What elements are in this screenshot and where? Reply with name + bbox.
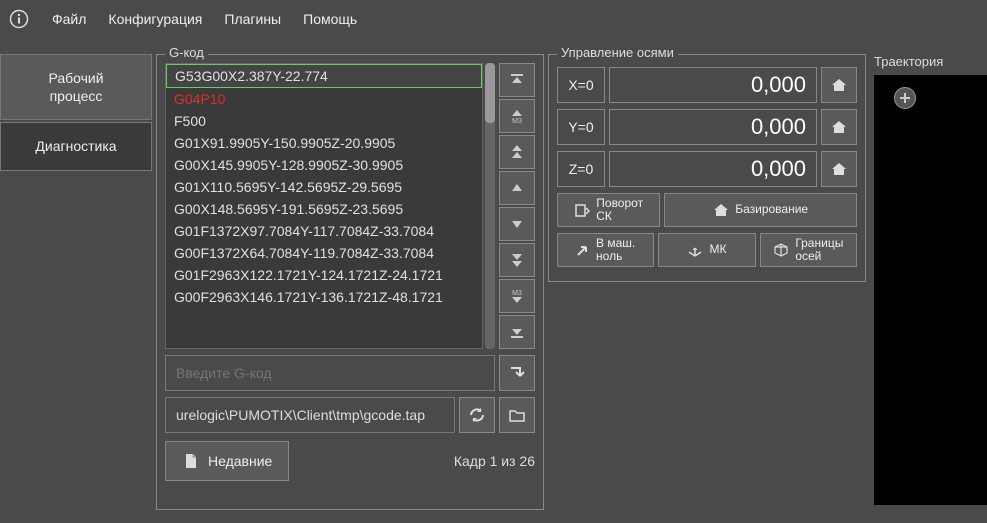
gcode-line[interactable]: G00X145.9905Y-128.9905Z-30.9905 bbox=[166, 154, 482, 176]
axis-home-x-button[interactable] bbox=[821, 67, 857, 103]
mk-label: МК bbox=[709, 243, 726, 256]
nav-up-button[interactable] bbox=[499, 171, 535, 205]
menubar: Файл Конфигурация Плагины Помощь bbox=[0, 0, 987, 38]
nav-page-down-button[interactable] bbox=[499, 243, 535, 277]
axis-row-y: Y=0 0,000 bbox=[557, 109, 857, 145]
arrow-icon bbox=[576, 243, 590, 257]
axis-panel: Управление осями X=0 0,000 Y=0 0,000 Z=0… bbox=[548, 54, 866, 282]
recent-label: Недавние bbox=[208, 453, 272, 469]
nav-page-up-button[interactable] bbox=[499, 135, 535, 169]
nav-down-button[interactable] bbox=[499, 207, 535, 241]
axis-zero-y-button[interactable]: Y=0 bbox=[557, 109, 605, 145]
tab-workflow[interactable]: Рабочий процесс bbox=[0, 54, 152, 120]
info-icon[interactable] bbox=[8, 8, 30, 30]
gcode-nav-buttons: M3 M3 bbox=[499, 63, 535, 349]
mk-button[interactable]: МК bbox=[658, 233, 755, 267]
gcode-input[interactable] bbox=[165, 355, 495, 391]
svg-text:M3: M3 bbox=[512, 290, 522, 297]
home-icon bbox=[830, 160, 848, 178]
homing-button[interactable]: Базирование bbox=[664, 193, 857, 227]
axis-row-x: X=0 0,000 bbox=[557, 67, 857, 103]
axis-panel-title: Управление осями bbox=[557, 45, 678, 60]
gcode-line[interactable]: G00F1372X64.7084Y-119.7084Z-33.7084 bbox=[166, 242, 482, 264]
home-icon bbox=[830, 76, 848, 94]
rotate-icon bbox=[574, 202, 590, 218]
gcode-path-field[interactable]: urelogic\PUMOTIX\Client\tmp\gcode.tap bbox=[165, 397, 455, 433]
reload-button[interactable] bbox=[459, 397, 495, 433]
gcode-panel-title: G-код bbox=[165, 45, 208, 60]
gcode-line[interactable]: G01F2963X122.1721Y-124.1721Z-24.1721 bbox=[166, 264, 482, 286]
rotate-cs-label: Поворот СК bbox=[596, 197, 643, 223]
axis-limits-button[interactable]: Границы осей bbox=[760, 233, 857, 267]
menu-help[interactable]: Помощь bbox=[303, 11, 357, 27]
axis-value-y[interactable]: 0,000 bbox=[609, 109, 817, 145]
mach-zero-label: В маш. ноль bbox=[596, 237, 635, 263]
sidebar: Рабочий процесс Диагностика bbox=[0, 54, 152, 510]
plus-icon bbox=[899, 92, 911, 104]
gcode-line[interactable]: G53G00X2.387Y-22.774 bbox=[166, 64, 482, 88]
home-icon bbox=[713, 202, 729, 218]
frame-counter: Кадр 1 из 26 bbox=[454, 453, 535, 469]
menu-config[interactable]: Конфигурация bbox=[108, 11, 202, 27]
trajectory-view[interactable] bbox=[874, 75, 987, 505]
gcode-line[interactable]: G01F1372X97.7084Y-117.7084Z-33.7084 bbox=[166, 220, 482, 242]
nav-top-button[interactable] bbox=[499, 63, 535, 97]
gcode-line[interactable]: G01X91.9905Y-150.9905Z-20.9905 bbox=[166, 132, 482, 154]
axis-value-x[interactable]: 0,000 bbox=[609, 67, 817, 103]
gcode-line[interactable]: G01X110.5695Y-142.5695Z-29.5695 bbox=[166, 176, 482, 198]
axes-icon bbox=[687, 242, 703, 258]
axis-limits-label: Границы осей bbox=[795, 237, 843, 263]
axis-value-z[interactable]: 0,000 bbox=[609, 151, 817, 187]
rotate-cs-button[interactable]: Поворот СК bbox=[557, 193, 660, 227]
recent-button[interactable]: Недавние bbox=[165, 441, 289, 481]
gcode-line[interactable]: G04P10 bbox=[166, 88, 482, 110]
trajectory-panel: Траектория bbox=[874, 54, 987, 510]
axis-zero-x-button[interactable]: X=0 bbox=[557, 67, 605, 103]
trajectory-title: Траектория bbox=[874, 54, 987, 69]
gcode-scrollbar[interactable] bbox=[485, 63, 495, 349]
trajectory-add-button[interactable] bbox=[894, 87, 916, 109]
axis-row-z: Z=0 0,000 bbox=[557, 151, 857, 187]
gcode-list[interactable]: G53G00X2.387Y-22.774 G04P10 F500 G01X91.… bbox=[165, 63, 483, 349]
axis-home-z-button[interactable] bbox=[821, 151, 857, 187]
nav-prev-m-button[interactable]: M3 bbox=[499, 99, 535, 133]
axis-zero-z-button[interactable]: Z=0 bbox=[557, 151, 605, 187]
menu-plugins[interactable]: Плагины bbox=[224, 11, 281, 27]
open-folder-button[interactable] bbox=[499, 397, 535, 433]
gcode-line[interactable]: G00F2963X146.1721Y-136.1721Z-48.1721 bbox=[166, 286, 482, 308]
gcode-panel: G-код G53G00X2.387Y-22.774 G04P10 F500 G… bbox=[156, 54, 544, 510]
gcode-line[interactable]: F500 bbox=[166, 110, 482, 132]
svg-text:M3: M3 bbox=[512, 118, 522, 124]
gcode-line[interactable]: G00X148.5695Y-191.5695Z-23.5695 bbox=[166, 198, 482, 220]
menu-file[interactable]: Файл bbox=[52, 11, 86, 27]
nav-next-m-button[interactable]: M3 bbox=[499, 279, 535, 313]
to-machine-zero-button[interactable]: В маш. ноль bbox=[557, 233, 654, 267]
cube-icon bbox=[773, 242, 789, 258]
homing-label: Базирование bbox=[735, 203, 808, 216]
tab-diagnostics[interactable]: Диагностика bbox=[0, 122, 152, 170]
nav-bottom-button[interactable] bbox=[499, 315, 535, 349]
home-icon bbox=[830, 118, 848, 136]
axis-home-y-button[interactable] bbox=[821, 109, 857, 145]
gcode-submit-button[interactable] bbox=[499, 355, 535, 391]
document-icon bbox=[182, 452, 200, 470]
